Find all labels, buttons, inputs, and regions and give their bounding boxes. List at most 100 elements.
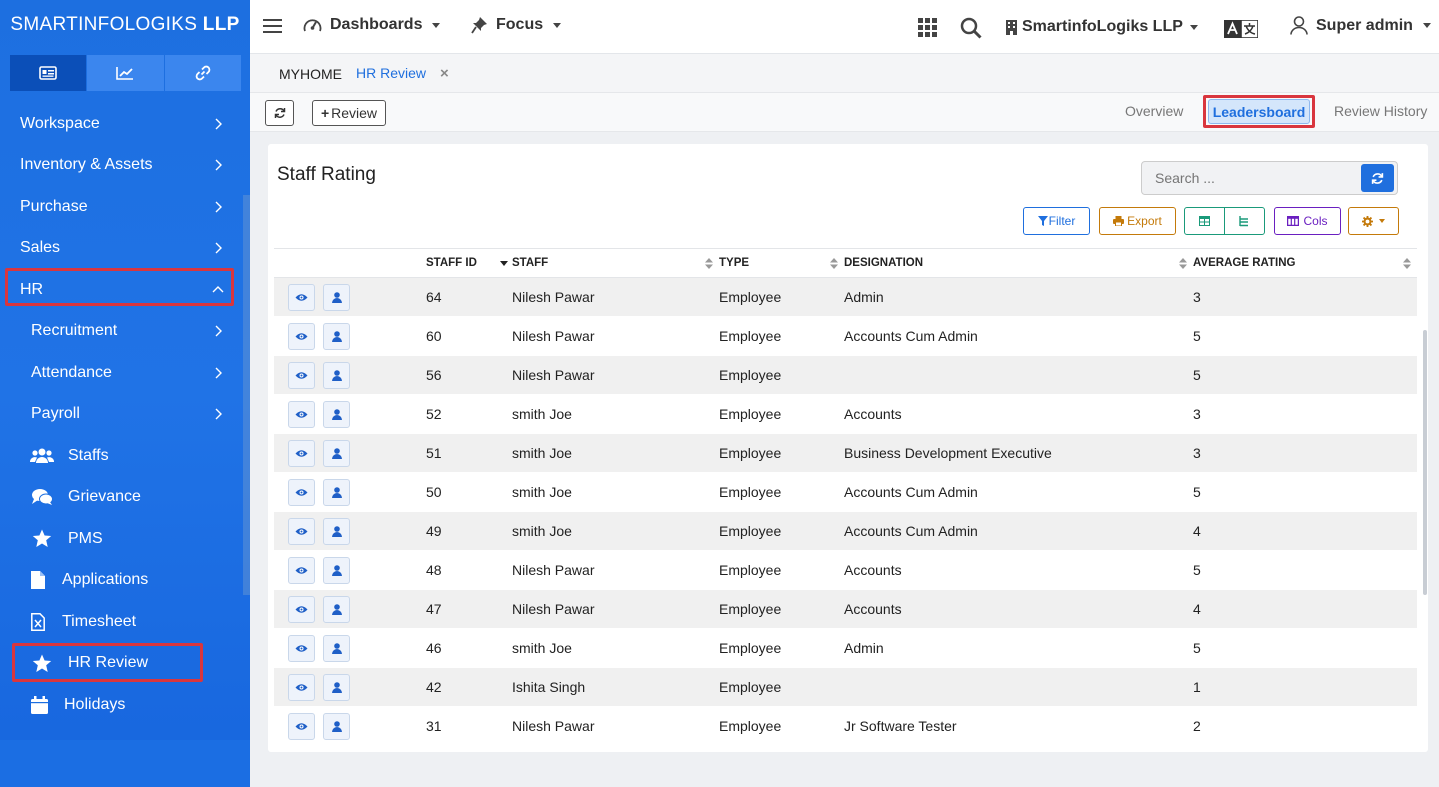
filter-button[interactable]: Filter (1023, 207, 1090, 235)
sidebar-item-workspace[interactable]: Workspace (0, 103, 250, 145)
chevron-right-icon (215, 159, 222, 171)
tab-overview[interactable]: Overview (1125, 103, 1183, 119)
sidebar-item-staffs[interactable]: Staffs (0, 435, 250, 477)
sidebar-item-inventory[interactable]: Inventory & Assets (0, 145, 250, 187)
profile-button[interactable] (323, 400, 350, 428)
caret-down-icon (1422, 23, 1431, 28)
header-type[interactable]: TYPE (719, 248, 844, 278)
header-staff[interactable]: STAFF (512, 248, 719, 278)
export-button[interactable]: Export (1099, 207, 1176, 235)
sidebar-item-purchase[interactable]: Purchase (0, 186, 250, 228)
row-actions (274, 550, 426, 590)
menu-toggle-button[interactable] (263, 18, 282, 39)
sidebar-item-hr[interactable]: HR (0, 269, 250, 311)
sort-icon (830, 258, 838, 269)
sidebar-item-applications[interactable]: Applications (0, 560, 250, 602)
sidebar-scrollbar[interactable] (243, 195, 250, 595)
cell-average-rating: 5 (1193, 355, 1417, 395)
sidebar-item-attendance[interactable]: Attendance (0, 352, 250, 394)
sidebar-item-pms[interactable]: PMS (0, 518, 250, 560)
search-input[interactable] (1142, 162, 1360, 194)
cell-type: Employee (719, 550, 844, 590)
row-actions (274, 316, 426, 356)
header-label: STAFF ID (426, 257, 477, 269)
table-row: 48 Nilesh Pawar Employee Accounts 5 (274, 550, 1417, 590)
user-icon (331, 564, 342, 576)
breadcrumb-current-tab[interactable]: HR Review (356, 65, 426, 81)
header-designation[interactable]: DESIGNATION (844, 248, 1193, 278)
view-button[interactable] (288, 712, 315, 740)
row-actions (274, 472, 426, 512)
header-label: AVERAGE RATING (1193, 257, 1296, 269)
table-row: 60 Nilesh Pawar Employee Accounts Cum Admin… (274, 316, 1417, 356)
profile-button[interactable] (323, 478, 350, 506)
language-button[interactable] (1224, 19, 1259, 43)
sort-icon (705, 258, 713, 269)
sidebar-item-label: PMS (68, 529, 103, 547)
view-button[interactable] (288, 283, 315, 311)
view-button[interactable] (288, 439, 315, 467)
profile-button[interactable] (323, 322, 350, 350)
dashboards-menu[interactable]: Dashboards (303, 16, 441, 34)
profile-button[interactable] (323, 283, 350, 311)
sidebar-item-payroll[interactable]: Payroll (0, 394, 250, 436)
profile-button[interactable] (323, 673, 350, 701)
cell-designation: Jr Software Tester (844, 706, 1193, 746)
tab-review-history[interactable]: Review History (1334, 103, 1427, 119)
sidebar-item-hr-review[interactable]: HR Review (0, 643, 250, 685)
sidebar-item-timesheet[interactable]: Timesheet (0, 601, 250, 643)
card-scrollbar[interactable] (1423, 330, 1427, 595)
sidebar-tab-links[interactable] (164, 55, 241, 91)
profile-button[interactable] (323, 361, 350, 389)
header-staff-id[interactable]: STAFF ID (426, 248, 512, 278)
settings-dropdown-button[interactable] (1348, 207, 1399, 235)
apps-grid-button[interactable] (918, 18, 937, 42)
search-refresh-button[interactable] (1361, 164, 1394, 192)
sidebar-item-grievance[interactable]: Grievance (0, 477, 250, 519)
user-menu[interactable]: Super admin (1290, 16, 1431, 35)
sidebar-item-label: Workspace (20, 114, 100, 132)
view-button[interactable] (288, 595, 315, 623)
header-average-rating[interactable]: AVERAGE RATING (1193, 248, 1417, 278)
profile-button[interactable] (323, 595, 350, 623)
refresh-button[interactable] (265, 100, 294, 126)
tab-leadersboard[interactable]: Leadersboard (1208, 99, 1310, 124)
row-actions (274, 277, 426, 317)
add-review-button[interactable]: + Review (312, 100, 386, 126)
search-button[interactable] (960, 17, 982, 44)
columns-icon (1287, 216, 1300, 226)
view-button[interactable] (288, 322, 315, 350)
sidebar-tab-profile[interactable] (10, 55, 88, 91)
cell-staff: smith Joe (512, 472, 719, 512)
sidebar-tab-analytics[interactable] (87, 55, 165, 91)
company-selector[interactable]: SmartinfoLogiks LLP (1006, 18, 1198, 36)
brand-logo[interactable]: SMARTINFOLOGIKS LLP (0, 0, 250, 50)
profile-button[interactable] (323, 712, 350, 740)
export-label: Export (1127, 214, 1162, 228)
view-button[interactable] (288, 556, 315, 584)
columns-button[interactable]: Cols (1274, 207, 1341, 235)
profile-button[interactable] (323, 556, 350, 584)
cell-staff-id: 60 (426, 316, 512, 356)
tree-view-button[interactable] (1225, 208, 1265, 234)
eye-icon (295, 605, 308, 613)
profile-button[interactable] (323, 517, 350, 545)
user-icon (331, 447, 342, 459)
profile-button[interactable] (323, 439, 350, 467)
sidebar-item-recruitment[interactable]: Recruitment (0, 311, 250, 353)
view-button[interactable] (288, 634, 315, 662)
view-button[interactable] (288, 478, 315, 506)
view-button[interactable] (288, 400, 315, 428)
close-tab-button[interactable]: × (440, 65, 449, 82)
breadcrumb-home[interactable]: MYHOME (279, 66, 342, 82)
focus-menu[interactable]: Focus (471, 16, 562, 34)
view-button[interactable] (288, 517, 315, 545)
cell-type: Employee (719, 355, 844, 395)
sidebar-item-sales[interactable]: Sales (0, 228, 250, 270)
view-button[interactable] (288, 361, 315, 389)
view-button[interactable] (288, 673, 315, 701)
comments-icon (30, 486, 54, 508)
grid-view-button[interactable] (1185, 208, 1225, 234)
profile-button[interactable] (323, 634, 350, 662)
sidebar-item-holidays[interactable]: Holidays (0, 684, 250, 726)
